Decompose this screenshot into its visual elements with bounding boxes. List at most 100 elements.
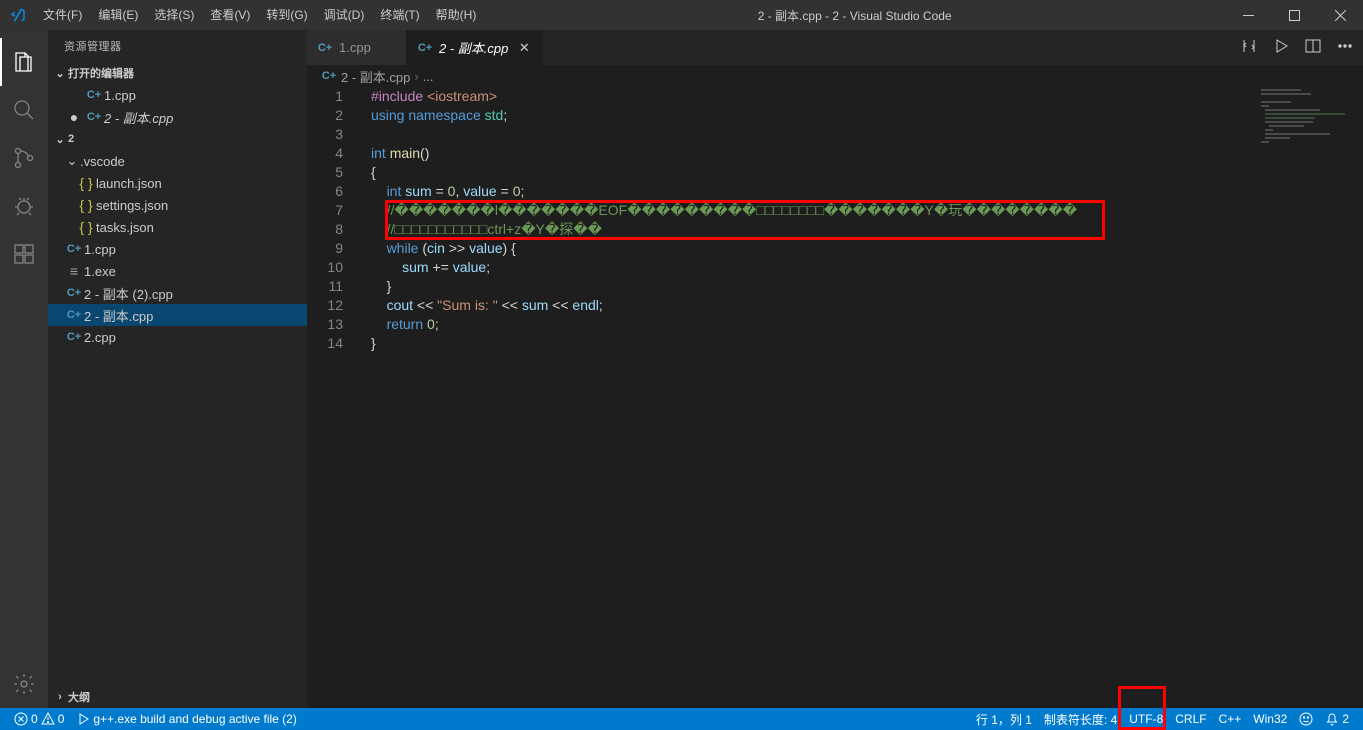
window-minimize-button[interactable] — [1225, 0, 1271, 30]
file-label: 1.cpp — [84, 242, 307, 257]
editor-area: C+ 1.cpp C+ 2 - 副本.cpp ✕ C+ 2 - 副本.cpp ›… — [307, 30, 1363, 708]
file-label: 1.exe — [84, 264, 307, 279]
chevron-down-icon: ⌄ — [52, 131, 68, 147]
file-label: settings.json — [96, 198, 307, 213]
status-eol[interactable]: CRLF — [1169, 708, 1212, 730]
section-open-editors[interactable]: ⌄ 打开的编辑器 — [48, 62, 307, 84]
window-maximize-button[interactable] — [1271, 0, 1317, 30]
menu-goto[interactable]: 转到(G) — [258, 0, 315, 30]
editor-actions — [1231, 30, 1363, 65]
tree-folder[interactable]: ⌄ .vscode — [48, 150, 307, 172]
section-outline[interactable]: › 大纲 — [48, 686, 307, 708]
file-label: tasks.json — [96, 220, 307, 235]
run-icon[interactable] — [1273, 38, 1289, 57]
section-workspace-label: 2 — [68, 133, 74, 145]
cpp-file-icon: C+ — [317, 40, 333, 56]
activity-scm-icon[interactable] — [0, 134, 48, 182]
window-close-button[interactable] — [1317, 0, 1363, 30]
status-errors[interactable]: 0 0 — [8, 708, 70, 730]
json-file-icon: { } — [76, 219, 96, 235]
close-tab-icon[interactable]: ✕ — [516, 40, 532, 56]
activity-debug-icon[interactable] — [0, 182, 48, 230]
status-bar: 0 0 g++.exe build and debug active file … — [0, 708, 1363, 730]
code-content[interactable]: #include <iostream>using namespace std; … — [357, 87, 1363, 708]
tree-file[interactable]: ≡ 1.exe — [48, 260, 307, 282]
menu-edit[interactable]: 编辑(E) — [90, 0, 146, 30]
file-label: 2 - 副本 (2).cpp — [84, 284, 307, 303]
status-build-task[interactable]: g++.exe build and debug active file (2) — [70, 708, 302, 730]
breadcrumb-more[interactable]: ... — [423, 69, 434, 84]
tree-file[interactable]: C+ 2.cpp — [48, 326, 307, 348]
code-editor[interactable]: 1234567891011121314 #include <iostream>u… — [307, 87, 1363, 708]
open-editor-item[interactable]: ● C+ 2 - 副本.cpp — [48, 106, 307, 128]
title-bar: 文件(F) 编辑(E) 选择(S) 查看(V) 转到(G) 调试(D) 终端(T… — [0, 0, 1363, 30]
tab-label: 1.cpp — [339, 40, 371, 55]
cpp-file-icon: C+ — [84, 87, 104, 103]
status-notifications[interactable]: 2 — [1319, 708, 1355, 730]
compare-changes-icon[interactable] — [1241, 38, 1257, 57]
tree-file[interactable]: { } tasks.json — [48, 216, 307, 238]
tree-file[interactable]: C+ 1.cpp — [48, 238, 307, 260]
file-label: 2.cpp — [84, 330, 307, 345]
status-language[interactable]: C++ — [1213, 708, 1248, 730]
split-editor-icon[interactable] — [1305, 38, 1321, 57]
file-label: 2 - 副本.cpp — [84, 306, 307, 325]
chevron-down-icon: ⌄ — [52, 65, 68, 81]
open-editor-label: 1.cpp — [104, 88, 307, 103]
modified-indicator-icon[interactable]: ● — [64, 109, 84, 125]
editor-tab[interactable]: C+ 1.cpp — [307, 30, 407, 65]
menu-view[interactable]: 查看(V) — [202, 0, 258, 30]
window-title: 2 - 副本.cpp - 2 - Visual Studio Code — [484, 7, 1225, 24]
activity-extensions-icon[interactable] — [0, 230, 48, 278]
tab-label: 2 - 副本.cpp — [439, 38, 508, 57]
tree-file[interactable]: { } launch.json — [48, 172, 307, 194]
section-outline-label: 大纲 — [68, 689, 90, 705]
section-workspace[interactable]: ⌄ 2 — [48, 128, 307, 150]
breadcrumb-file[interactable]: 2 - 副本.cpp — [341, 67, 410, 86]
more-actions-icon[interactable] — [1337, 38, 1353, 57]
exe-file-icon: ≡ — [64, 263, 84, 279]
sidebar-title: 资源管理器 — [48, 30, 307, 62]
status-os[interactable]: Win32 — [1247, 708, 1293, 730]
status-encoding[interactable]: UTF-8 — [1123, 708, 1169, 730]
activity-explorer-icon[interactable] — [0, 38, 48, 86]
json-file-icon: { } — [76, 197, 96, 213]
line-number-gutter: 1234567891011121314 — [307, 87, 357, 708]
tab-bar: C+ 1.cpp C+ 2 - 副本.cpp ✕ — [307, 30, 1363, 65]
json-file-icon: { } — [76, 175, 96, 191]
sidebar-explorer: 资源管理器 ⌄ 打开的编辑器 C+ 1.cpp ● C+ 2 - 副本.cpp … — [48, 30, 307, 708]
cpp-file-icon: C+ — [321, 68, 337, 84]
cpp-file-icon: C+ — [84, 109, 104, 125]
status-indentation[interactable]: 制表符长度: 4 — [1038, 708, 1123, 730]
chevron-right-icon: › — [52, 689, 68, 705]
status-feedback-icon[interactable] — [1293, 708, 1319, 730]
tree-file[interactable]: C+ 2 - 副本 (2).cpp — [48, 282, 307, 304]
menu-select[interactable]: 选择(S) — [146, 0, 202, 30]
cpp-file-icon: C+ — [64, 307, 84, 323]
cpp-file-icon: C+ — [417, 40, 433, 56]
tree-file[interactable]: C+ 2 - 副本.cpp — [48, 304, 307, 326]
breadcrumb[interactable]: C+ 2 - 副本.cpp › ... — [307, 65, 1363, 87]
vscode-logo-icon — [0, 7, 35, 23]
file-label: launch.json — [96, 176, 307, 191]
main-menu: 文件(F) 编辑(E) 选择(S) 查看(V) 转到(G) 调试(D) 终端(T… — [35, 0, 484, 30]
warnings-count: 0 — [58, 712, 65, 726]
cpp-file-icon: C+ — [64, 329, 84, 345]
activity-settings-icon[interactable] — [0, 660, 48, 708]
cpp-file-icon: C+ — [64, 241, 84, 257]
file-tree: ⌄ .vscode { } launch.json { } settings.j… — [48, 150, 307, 686]
folder-label: .vscode — [80, 154, 307, 169]
activity-bar — [0, 30, 48, 708]
cpp-file-icon: C+ — [64, 285, 84, 301]
open-editor-item[interactable]: C+ 1.cpp — [48, 84, 307, 106]
section-open-editors-label: 打开的编辑器 — [68, 65, 134, 81]
menu-file[interactable]: 文件(F) — [35, 0, 90, 30]
menu-help[interactable]: 帮助(H) — [428, 0, 485, 30]
tree-file[interactable]: { } settings.json — [48, 194, 307, 216]
menu-terminal[interactable]: 终端(T) — [372, 0, 427, 30]
editor-tab[interactable]: C+ 2 - 副本.cpp ✕ — [407, 30, 543, 65]
breadcrumb-separator-icon: › — [414, 69, 418, 84]
activity-search-icon[interactable] — [0, 86, 48, 134]
status-cursor-position[interactable]: 行 1，列 1 — [970, 708, 1038, 730]
menu-debug[interactable]: 调试(D) — [316, 0, 373, 30]
